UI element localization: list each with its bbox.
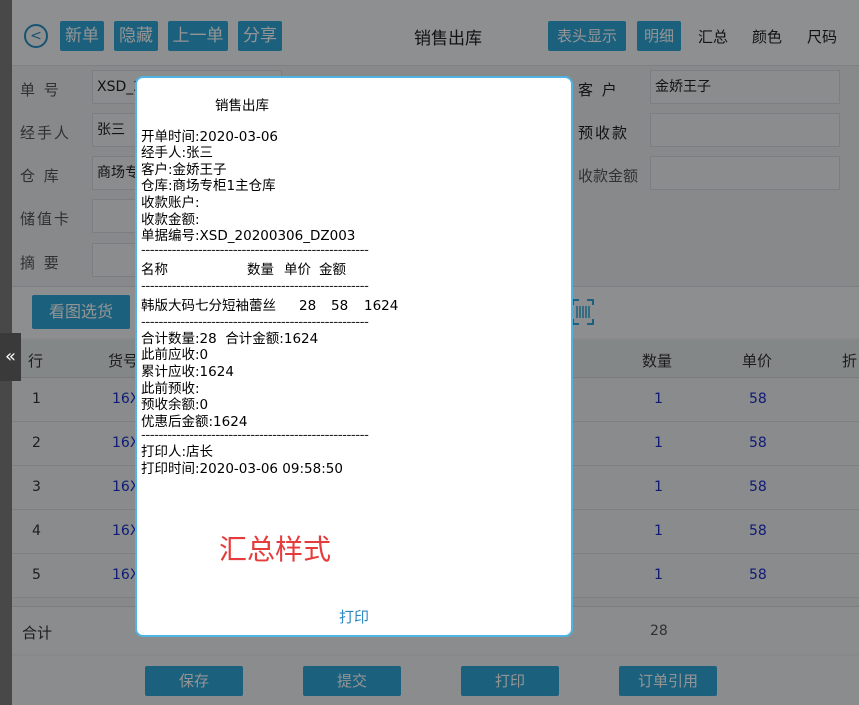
receipt-print-time: 打印时间:2020-03-06 09:58:50: [141, 460, 343, 477]
receipt-handler: 经手人:张三: [141, 145, 214, 162]
receipt-prepay-balance: 预收余额:0: [141, 397, 209, 414]
receipt-item-row: 韩版大码七分短袖蕾丝 28 58 1624: [141, 295, 567, 317]
dialog-print-button[interactable]: 打印: [137, 606, 571, 627]
receipt-preview: 销售出库 开单时间:2020-03-06 经手人:张三 客户:金娇王子 仓库:商…: [141, 98, 567, 478]
receipt-printer: 打印人:店长: [141, 444, 214, 461]
receipt-col-name: 名称: [141, 261, 168, 278]
receipt-column-headers: 名称 数量 单价 金额: [141, 259, 567, 281]
receipt-customer: 客户:金娇王子: [141, 161, 227, 178]
receipt-divider: ----------------------------------------…: [141, 280, 369, 294]
receipt-total: 合计数量:28 合计金额:1624: [141, 330, 319, 347]
receipt-divider: ----------------------------------------…: [141, 244, 369, 258]
receipt-open-time: 开单时间:2020-03-06: [141, 128, 279, 145]
receipt-title: 销售出库: [215, 98, 269, 114]
receipt-account: 收款账户:: [141, 194, 200, 211]
drawer-toggle-icon[interactable]: «: [0, 333, 21, 381]
receipt-cum-receivable: 累计应收:1624: [141, 363, 234, 380]
receipt-item-name: 韩版大码七分短袖蕾丝: [141, 297, 276, 314]
receipt-col-price: 单价: [284, 261, 311, 278]
receipt-item-price: 58: [331, 297, 349, 314]
receipt-after-discount: 优惠后金额:1624: [141, 413, 248, 430]
receipt-divider: ----------------------------------------…: [141, 316, 369, 330]
receipt-doc-no: 单据编号:XSD_20200306_DZ003: [141, 228, 356, 245]
receipt-divider: ----------------------------------------…: [141, 430, 369, 444]
receipt-warehouse: 仓库:商场专柜1主仓库: [141, 178, 276, 195]
receipt-prev-prepay: 此前预收:: [141, 380, 200, 397]
receipt-col-amount: 金额: [319, 261, 346, 278]
print-preview-dialog: 销售出库 开单时间:2020-03-06 经手人:张三 客户:金娇王子 仓库:商…: [135, 76, 573, 637]
receipt-item-amount: 1624: [364, 297, 399, 314]
receipt-amount: 收款金额:: [141, 211, 200, 228]
receipt-item-qty: 28: [299, 297, 317, 314]
receipt-col-qty: 数量: [247, 261, 274, 278]
summary-style-caption: 汇总样式: [219, 533, 332, 566]
receipt-prev-receivable: 此前应收:0: [141, 347, 209, 364]
